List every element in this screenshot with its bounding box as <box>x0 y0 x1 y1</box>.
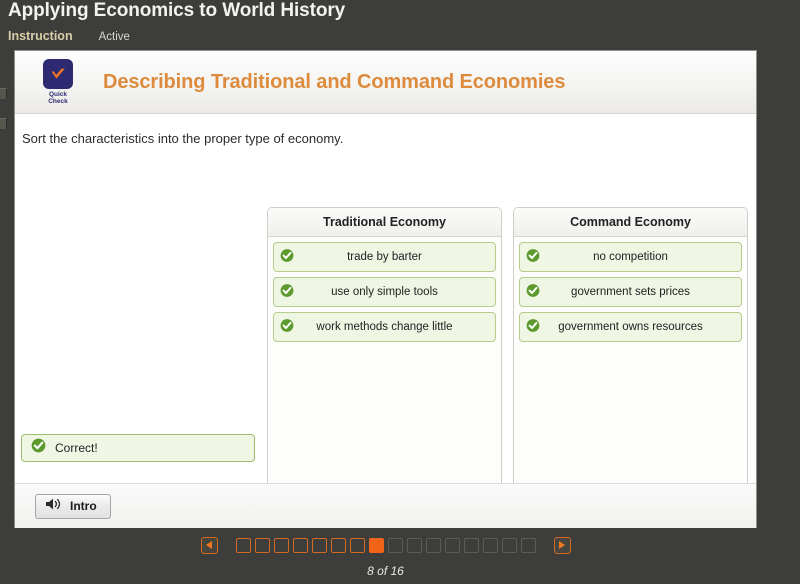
drop-item-label: no competition <box>593 251 668 263</box>
green-check-icon <box>526 284 540 301</box>
tab-active[interactable]: Active <box>99 31 130 43</box>
pagination-dot-16[interactable] <box>520 537 536 553</box>
activity-title: Describing Traditional and Command Econo… <box>103 70 566 93</box>
drop-item-label: government sets prices <box>571 286 690 298</box>
pagination-bar <box>14 528 757 562</box>
quick-check-label: Quick Check <box>48 91 68 106</box>
drop-item-label: government owns resources <box>558 321 703 333</box>
feedback-text: Correct! <box>55 441 98 455</box>
pagination-dot-1[interactable] <box>235 537 251 553</box>
pagination-dot-3[interactable] <box>273 537 289 553</box>
quick-check-label-line2: Check <box>48 98 68 105</box>
activity-header: Quick Check Describing Traditional and C… <box>15 51 756 114</box>
green-check-icon <box>526 249 540 266</box>
drop-item-label: work methods change little <box>316 321 453 333</box>
column-items: trade by barter use only simple tools wo… <box>268 237 501 342</box>
quick-check-label-line1: Quick <box>48 90 68 98</box>
green-check-icon <box>280 249 294 266</box>
activity-prompt: Sort the characteristics into the proper… <box>22 131 344 146</box>
drop-item[interactable]: trade by barter <box>273 242 496 272</box>
pagination-dot-14[interactable] <box>482 537 498 553</box>
column-header: Traditional Economy <box>268 208 501 237</box>
check-badge-icon <box>43 58 73 89</box>
pagination-dot-11[interactable] <box>425 537 441 553</box>
pagination-dot-2[interactable] <box>254 537 270 553</box>
page-counter: 8 of 16 <box>367 564 404 578</box>
green-check-icon <box>280 319 294 336</box>
quick-check-badge: Quick Check <box>35 58 81 106</box>
edge-tab-stub-top[interactable] <box>0 88 7 99</box>
pagination-dot-13[interactable] <box>463 537 479 553</box>
pagination-prev-button[interactable] <box>200 536 218 554</box>
drop-item[interactable]: government owns resources <box>519 312 742 342</box>
feedback-banner: Correct! <box>21 434 255 462</box>
pagination-dot-5[interactable] <box>311 537 327 553</box>
nav-tabs: Instruction Active <box>8 29 156 43</box>
pagination-dot-6[interactable] <box>330 537 346 553</box>
drop-item[interactable]: no competition <box>519 242 742 272</box>
pagination-dot-10[interactable] <box>406 537 422 553</box>
drop-item-label: trade by barter <box>347 251 422 263</box>
pagination-dot-15[interactable] <box>501 537 517 553</box>
pagination-dot-8[interactable] <box>368 537 384 553</box>
tab-instruction[interactable]: Instruction <box>8 29 73 43</box>
content-panel: Quick Check Describing Traditional and C… <box>14 50 757 528</box>
drop-item[interactable]: work methods change little <box>273 312 496 342</box>
drop-column-command-economy[interactable]: Command Economy no competition governmen… <box>513 207 748 504</box>
intro-button-label: Intro <box>70 499 97 513</box>
pagination-dot-12[interactable] <box>444 537 460 553</box>
green-check-icon <box>280 284 294 301</box>
lesson-title: Applying Economics to World History <box>8 0 346 21</box>
pagination-dot-4[interactable] <box>292 537 308 553</box>
drop-item[interactable]: government sets prices <box>519 277 742 307</box>
drop-column-traditional-economy[interactable]: Traditional Economy trade by barter use … <box>267 207 502 504</box>
column-header: Command Economy <box>514 208 747 237</box>
pagination-next-button[interactable] <box>553 536 571 554</box>
drop-item[interactable]: use only simple tools <box>273 277 496 307</box>
arrow-right-icon <box>559 541 565 549</box>
pagination-dot-7[interactable] <box>349 537 365 553</box>
pagination-dot-9[interactable] <box>387 537 403 553</box>
drop-item-label: use only simple tools <box>331 286 438 298</box>
pagination-dots <box>235 537 536 553</box>
green-check-icon <box>526 319 540 336</box>
speaker-icon <box>45 497 62 516</box>
activity-body: Sort the characteristics into the proper… <box>15 114 756 504</box>
drop-columns: Traditional Economy trade by barter use … <box>267 207 748 504</box>
intro-audio-button[interactable]: Intro <box>35 493 111 519</box>
edge-tab-stub-bottom[interactable] <box>0 118 7 129</box>
column-items: no competition government sets prices go… <box>514 237 747 342</box>
footer-toolbar: Intro <box>15 483 756 528</box>
green-check-icon <box>31 438 46 458</box>
top-bar: Applying Economics to World History Inst… <box>0 0 800 50</box>
arrow-left-icon <box>206 541 212 549</box>
